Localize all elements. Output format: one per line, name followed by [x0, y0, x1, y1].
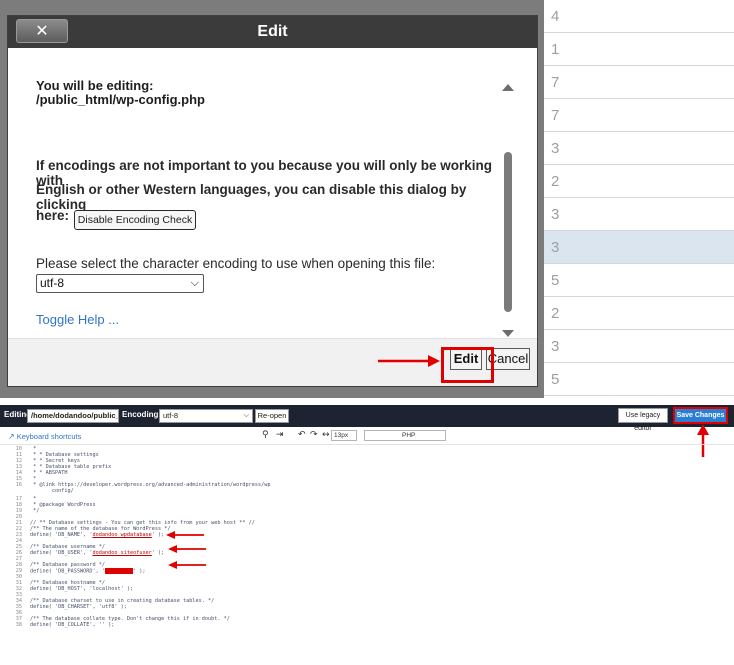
table-cell: 3 — [551, 140, 560, 157]
table-cell: 1 — [551, 41, 560, 58]
scrollbar-thumb[interactable] — [504, 152, 512, 312]
editor-secondary-toolbar: ↗ Keyboard shortcuts ⚲ ⇥ ↶ ↷ ↔ 13px PHP — [0, 427, 734, 445]
redo-icon[interactable]: ↷ — [310, 430, 318, 440]
code-area[interactable]: 10 * 11 * * Database settings 12 * * Sec… — [0, 446, 734, 665]
table-cell: 3 — [551, 338, 560, 355]
file-path-field[interactable]: /home/dodandoo/public_h — [27, 409, 119, 423]
undo-icon[interactable]: ↶ — [298, 430, 306, 440]
scroll-down-icon[interactable] — [502, 330, 514, 337]
disable-encoding-check-button[interactable]: Disable Encoding Check — [74, 210, 196, 230]
arrow-right-icon — [378, 355, 440, 367]
close-icon: ✕ — [35, 21, 49, 40]
code-editor-screen: Editing: /home/dodandoo/public_h Encodin… — [0, 399, 734, 665]
table-cell: 4 — [551, 8, 560, 25]
dialog-scrollbar[interactable] — [500, 80, 516, 338]
legacy-editor-button[interactable]: Use legacy editor — [618, 408, 668, 432]
line-number: 38 — [15, 622, 22, 628]
wrap-icon[interactable]: ↔ — [322, 430, 330, 440]
encoding-select-value: utf-8 — [163, 411, 179, 420]
encoding-label: Encoding: — [122, 410, 162, 419]
dialog-title: Edit — [257, 23, 288, 40]
code-line: config/ — [0, 488, 400, 495]
line-text: config/ — [30, 488, 74, 494]
goto-line-icon[interactable]: ⇥ — [276, 430, 284, 440]
search-icon[interactable]: ⚲ — [262, 430, 269, 440]
edit-button-highlight — [441, 347, 494, 383]
save-changes-button[interactable]: Save Changes — [673, 407, 728, 424]
encoding-select-label: Please select the character encoding to … — [36, 256, 436, 271]
reopen-button[interactable]: Re-open — [255, 409, 289, 423]
dialog-body[interactable]: You will be editing: /public_html/wp-con… — [8, 48, 537, 338]
file-manager-screen: 4 1 7 7 3 2 3 3 5 2 3 5 Edit ✕ You will … — [0, 0, 734, 398]
table-cell: 7 — [551, 107, 560, 124]
table-cell: 3 — [551, 206, 560, 223]
scroll-up-icon[interactable] — [502, 84, 514, 91]
keyboard-shortcuts-label: Keyboard shortcuts — [16, 432, 82, 441]
line-text: define( 'DB_COLLATE', '' ); — [30, 622, 115, 628]
encoding-select-value: utf-8 — [40, 276, 65, 290]
chevron-down-icon: ⌵ — [243, 412, 249, 419]
close-button[interactable]: ✕ — [16, 19, 68, 43]
arrow-left-icon — [168, 545, 206, 553]
file-path: /public_html/wp-config.php — [36, 92, 205, 107]
table-cell: 2 — [551, 305, 560, 322]
code-line: 38 define( 'DB_COLLATE', '' ); — [0, 622, 400, 629]
editing-label: You will be editing: — [36, 78, 154, 93]
dialog-header: Edit ✕ — [8, 16, 537, 48]
chevron-down-icon: ⌵ — [190, 277, 199, 289]
toggle-help-link[interactable]: Toggle Help ... — [36, 312, 119, 327]
language-select[interactable]: PHP — [364, 430, 446, 441]
encoding-select[interactable]: utf-8 ⌵ — [36, 274, 204, 293]
encoding-select[interactable]: utf-8 ⌵ — [159, 409, 253, 423]
table-cell: 7 — [551, 74, 560, 91]
table-cell: 3 — [551, 239, 560, 256]
table-cell: 5 — [551, 371, 560, 388]
editor-toolbar: Editing: /home/dodandoo/public_h Encodin… — [0, 405, 734, 432]
table-cell: 2 — [551, 173, 560, 190]
edit-dialog: Edit ✕ You will be editing: /public_html… — [7, 15, 538, 387]
external-link-icon: ↗ — [8, 432, 15, 441]
arrow-left-icon — [168, 561, 206, 569]
arrow-left-icon — [166, 531, 204, 539]
keyboard-shortcuts-link[interactable]: ↗ Keyboard shortcuts — [8, 432, 81, 441]
table-cell: 5 — [551, 272, 560, 289]
font-size-select[interactable]: 13px — [331, 430, 357, 441]
